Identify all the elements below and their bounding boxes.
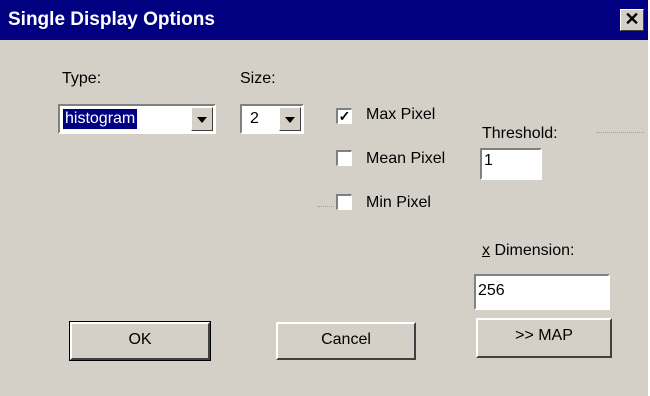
size-dropdown-value: 2 <box>250 110 259 127</box>
x-dimension-label: x Dimension: <box>482 242 574 260</box>
min-pixel-checkbox[interactable] <box>336 194 352 210</box>
type-label: Type: <box>62 70 102 87</box>
x-dimension-label-accel: x <box>482 242 490 259</box>
size-label: Size: <box>240 70 276 87</box>
mean-pixel-checkbox[interactable] <box>336 150 352 166</box>
ok-button[interactable]: OK <box>69 321 211 361</box>
threshold-label: Threshold: <box>482 125 558 142</box>
type-dropdown-value: histogram <box>61 108 139 130</box>
chevron-down-icon[interactable] <box>191 107 213 131</box>
single-display-options-dialog: Single Display Options ✕ Type: histogram… <box>0 0 650 396</box>
title-bar[interactable]: Single Display Options ✕ <box>0 0 648 40</box>
max-pixel-checkbox[interactable]: ✓ <box>336 108 352 124</box>
chevron-down-icon[interactable] <box>279 107 301 131</box>
leader-line <box>596 132 644 133</box>
close-icon[interactable]: ✕ <box>620 9 644 31</box>
map-button[interactable]: >> MAP <box>476 318 612 358</box>
x-dimension-label-text: Dimension: <box>490 242 575 259</box>
size-dropdown[interactable]: 2 <box>240 104 304 134</box>
x-dimension-input[interactable]: 256 <box>474 274 610 310</box>
cancel-button[interactable]: Cancel <box>276 322 416 360</box>
threshold-input[interactable]: 1 <box>480 148 542 180</box>
min-pixel-label: Min Pixel <box>366 194 431 211</box>
max-pixel-label: Max Pixel <box>366 106 436 123</box>
window-title: Single Display Options <box>8 9 215 30</box>
leader-line <box>318 206 334 207</box>
mean-pixel-label: Mean Pixel <box>366 150 446 167</box>
type-dropdown[interactable]: histogram <box>58 104 216 134</box>
